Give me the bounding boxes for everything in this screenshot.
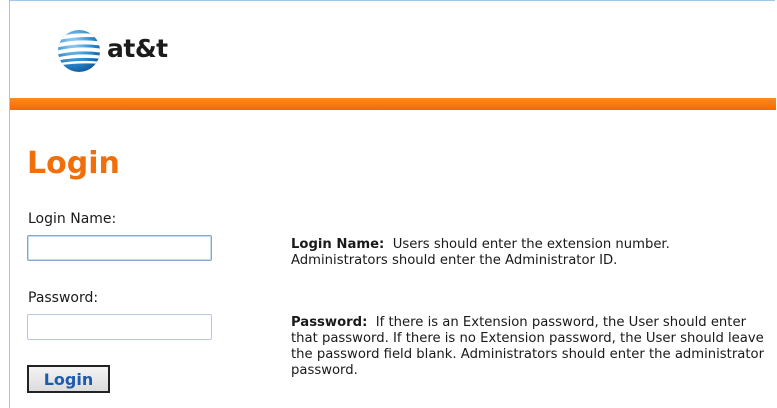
- login-name-label: Login Name:: [28, 211, 117, 227]
- password-label: Password:: [28, 290, 99, 306]
- header-accent-bar: [10, 98, 776, 110]
- password-input[interactable]: [27, 314, 212, 340]
- password-help-heading: Password:: [291, 315, 368, 330]
- page-title: Login: [27, 146, 120, 181]
- login-button[interactable]: Login: [27, 365, 110, 393]
- att-globe-icon: [58, 30, 100, 72]
- att-wordmark: at&t: [107, 34, 168, 63]
- password-help: Password: If there is an Extension passw…: [291, 315, 766, 379]
- login-name-help-heading: Login Name:: [291, 237, 385, 252]
- login-name-help: Login Name: Users should enter the exten…: [291, 237, 766, 269]
- login-name-input[interactable]: [27, 235, 212, 261]
- login-page: at&t Login Login Name: Password: Login L…: [9, 0, 776, 408]
- header: at&t: [10, 1, 776, 98]
- att-logo: at&t: [57, 29, 197, 73]
